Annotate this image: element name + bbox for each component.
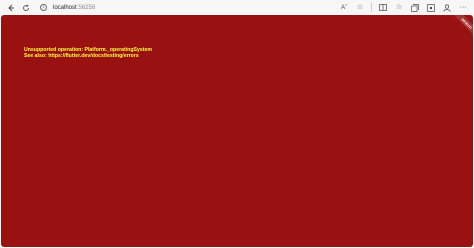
browser-toolbar: i localhost :56258 A» ☆ ☆ ··· [0, 0, 474, 15]
toolbar-divider [371, 3, 372, 12]
error-line-2: See also: https://flutter.dev/docs/testi… [24, 53, 139, 59]
browser-tools: A» ☆ ☆ ··· [335, 1, 470, 14]
more-button[interactable]: ··· [456, 2, 470, 14]
collections-icon [411, 3, 419, 12]
favorites-bar-icon: ☆ [395, 4, 403, 11]
favorites-bar-button[interactable]: ☆ [392, 2, 406, 14]
refresh-icon [22, 4, 30, 12]
profile-button[interactable] [440, 2, 454, 14]
more-icon: ··· [459, 4, 467, 11]
back-icon [7, 4, 15, 12]
read-aloud-icon: A» [341, 3, 347, 11]
url-host: localhost [53, 4, 77, 11]
profile-icon [443, 4, 451, 12]
extensions-button[interactable] [424, 2, 438, 14]
split-screen-icon [379, 4, 387, 11]
favorite-button[interactable]: ☆ [353, 2, 367, 14]
address-bar[interactable]: i localhost :56258 [40, 2, 340, 13]
debug-banner: DEBUG [450, 15, 473, 41]
split-screen-button[interactable] [376, 2, 390, 14]
refresh-button[interactable] [20, 2, 32, 14]
back-button[interactable] [5, 2, 17, 14]
info-icon[interactable]: i [40, 4, 47, 11]
extensions-icon [427, 3, 435, 12]
error-message: Unsupported operation: Platform._operati… [24, 47, 152, 59]
read-aloud-button[interactable]: A» [337, 2, 351, 14]
collections-button[interactable] [408, 2, 422, 14]
app-viewport: Unsupported operation: Platform._operati… [1, 15, 473, 247]
url-port: :56258 [76, 4, 96, 11]
favorites-star-icon: ☆ [356, 4, 364, 11]
